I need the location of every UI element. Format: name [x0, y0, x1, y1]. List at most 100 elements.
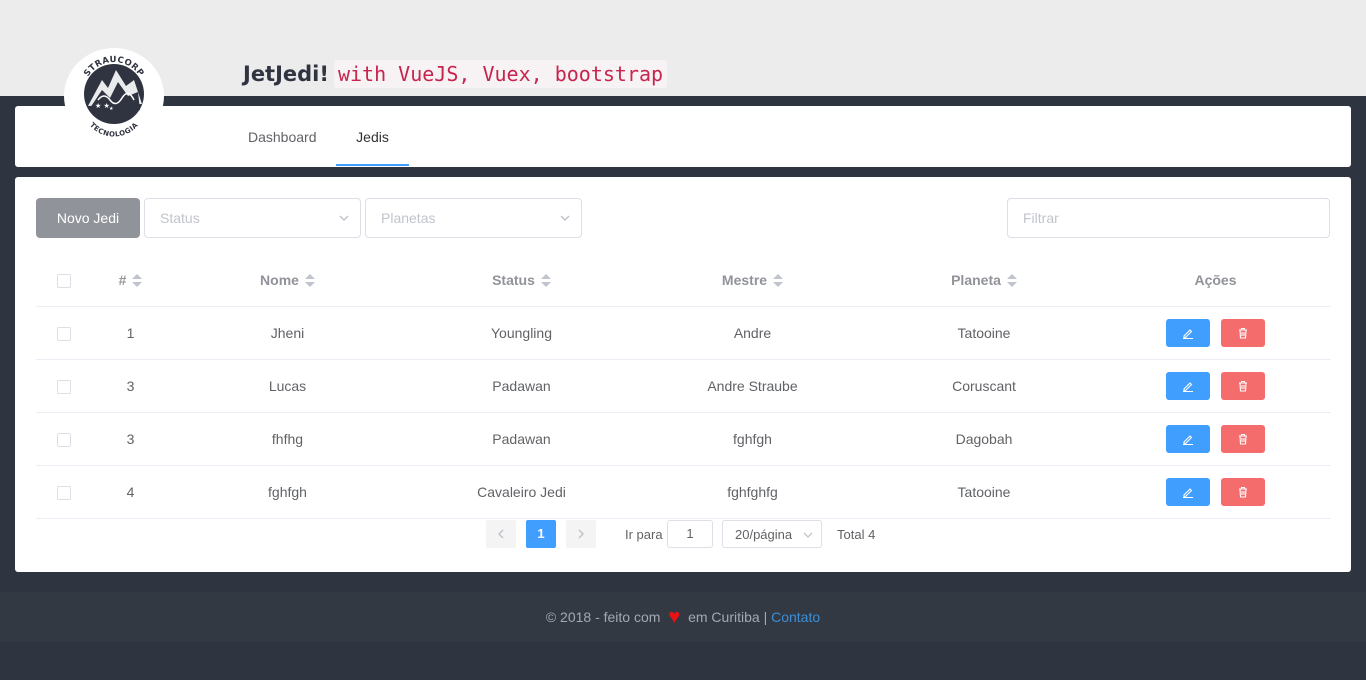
- row-checkbox[interactable]: [57, 432, 71, 447]
- tech-stack-code: with VueJS, Vuex, bootstrap: [333, 60, 668, 88]
- next-page-button[interactable]: [566, 520, 596, 548]
- cell-nome: fghfgh: [169, 465, 406, 519]
- app-title: JetJedi!: [243, 62, 329, 86]
- chevron-down-icon: [803, 532, 813, 538]
- goto-label: Ir para: [625, 527, 663, 542]
- edit-icon: [1182, 381, 1193, 392]
- cell-id: 4: [92, 465, 169, 519]
- trash-icon: [1239, 327, 1248, 339]
- edit-button[interactable]: [1165, 424, 1210, 453]
- cell-acoes: [1100, 306, 1331, 360]
- cell-nome: fhfhg: [169, 412, 406, 466]
- sort-icon[interactable]: [304, 273, 315, 288]
- table-header-row: # Nome Status Mestre Planeta Ações: [36, 254, 1331, 307]
- sort-icon[interactable]: [540, 273, 551, 288]
- footer-text-after: em Curitiba |: [688, 609, 768, 625]
- cell-acoes: [1100, 359, 1331, 413]
- column-header-acoes: Ações: [1100, 254, 1331, 307]
- logo-mountain-icon: ★ ★ ★ STRAUCORP TECNOLOGIA: [82, 55, 145, 139]
- total-count: Total 4: [837, 527, 876, 542]
- chevron-down-icon: [339, 215, 349, 222]
- sort-icon[interactable]: [773, 273, 784, 288]
- row-checkbox[interactable]: [57, 379, 71, 394]
- cell-planeta: Dagobah: [868, 412, 1100, 466]
- jedis-card: Novo Jedi Status Planetas # Nome Status …: [15, 177, 1351, 572]
- select-all-checkbox[interactable]: [57, 273, 71, 288]
- column-header-status[interactable]: Status: [406, 254, 637, 307]
- edit-button[interactable]: [1165, 477, 1210, 506]
- select-all-cell: [36, 254, 92, 307]
- delete-button[interactable]: [1221, 371, 1266, 400]
- prev-page-button[interactable]: [486, 520, 516, 548]
- chevron-left-icon: [497, 529, 504, 539]
- nav-tabs-card: Dashboard Jedis: [15, 106, 1351, 167]
- edit-button[interactable]: [1165, 318, 1210, 347]
- cell-acoes: [1100, 412, 1331, 466]
- cell-mestre: fghfgh: [637, 412, 868, 466]
- cell-mestre: fghfghfg: [637, 465, 868, 519]
- edit-button[interactable]: [1165, 371, 1210, 400]
- column-header-nome[interactable]: Nome: [169, 254, 406, 307]
- cell-status: Padawan: [406, 359, 637, 413]
- cell-planeta: Coruscant: [868, 359, 1100, 413]
- status-select[interactable]: Status: [144, 198, 361, 238]
- cell-planeta: Tatooine: [868, 465, 1100, 519]
- planetas-select[interactable]: Planetas: [365, 198, 582, 238]
- cell-nome: Jheni: [169, 306, 406, 360]
- top-header: [0, 0, 1366, 96]
- footer-text-before: © 2018 - feito com: [545, 609, 661, 625]
- tab-jedis[interactable]: Jedis: [336, 106, 409, 166]
- row-checkbox[interactable]: [57, 326, 71, 341]
- edit-icon: [1182, 328, 1193, 339]
- delete-button[interactable]: [1221, 424, 1266, 453]
- heart-icon: ♥: [668, 606, 681, 628]
- trash-icon: [1239, 380, 1248, 392]
- tab-dashboard[interactable]: Dashboard: [248, 106, 317, 166]
- trash-icon: [1239, 486, 1248, 498]
- page-size-value: 20/página: [735, 527, 793, 542]
- goto-page-input[interactable]: 1: [667, 520, 713, 548]
- page-size-select[interactable]: 20/página: [722, 520, 822, 548]
- cell-planeta: Tatooine: [868, 306, 1100, 360]
- jedis-table: # Nome Status Mestre Planeta Ações 1 Jhe…: [36, 254, 1331, 519]
- cell-id: 3: [92, 412, 169, 466]
- cell-status: Padawan: [406, 412, 637, 466]
- chevron-down-icon: [560, 215, 570, 222]
- svg-text:★ ★: ★ ★: [95, 102, 110, 110]
- page-number-current[interactable]: 1: [526, 520, 556, 548]
- delete-button[interactable]: [1221, 477, 1266, 506]
- footer: © 2018 - feito com ♥ em Curitiba | Conta…: [0, 592, 1366, 642]
- edit-icon: [1182, 487, 1193, 498]
- straucorp-logo[interactable]: ★ ★ ★ STRAUCORP TECNOLOGIA: [64, 48, 164, 144]
- pagination: 1 Ir para 1 20/página Total 4: [15, 520, 1351, 550]
- row-checkbox[interactable]: [57, 485, 71, 500]
- sort-icon[interactable]: [1006, 273, 1017, 288]
- cell-nome: Lucas: [169, 359, 406, 413]
- filter-input[interactable]: [1007, 198, 1330, 238]
- sort-icon[interactable]: [132, 273, 143, 288]
- table-row: 3 Lucas Padawan Andre Straube Coruscant: [36, 359, 1331, 413]
- novo-jedi-button[interactable]: Novo Jedi: [36, 198, 140, 238]
- table-row: 1 Jheni Youngling Andre Tatooine: [36, 306, 1331, 360]
- delete-button[interactable]: [1221, 318, 1266, 347]
- svg-text:★: ★: [109, 106, 114, 112]
- trash-icon: [1239, 433, 1248, 445]
- cell-status: Cavaleiro Jedi: [406, 465, 637, 519]
- contato-link[interactable]: Contato: [771, 609, 820, 625]
- status-placeholder: Status: [160, 210, 200, 226]
- edit-icon: [1182, 434, 1193, 445]
- cell-status: Youngling: [406, 306, 637, 360]
- page-title: JetJedi! with VueJS, Vuex, bootstrap: [243, 59, 668, 89]
- planetas-placeholder: Planetas: [381, 210, 436, 226]
- cell-mestre: Andre Straube: [637, 359, 868, 413]
- cell-mestre: Andre: [637, 306, 868, 360]
- cell-acoes: [1100, 465, 1331, 519]
- table-row: 3 fhfhg Padawan fghfgh Dagobah: [36, 412, 1331, 466]
- column-header-planeta[interactable]: Planeta: [868, 254, 1100, 307]
- cell-id: 1: [92, 306, 169, 360]
- cell-id: 3: [92, 359, 169, 413]
- table-row: 4 fghfgh Cavaleiro Jedi fghfghfg Tatooin…: [36, 465, 1331, 519]
- chevron-right-icon: [578, 529, 585, 539]
- column-header-mestre[interactable]: Mestre: [637, 254, 868, 307]
- column-header-id[interactable]: #: [92, 254, 169, 307]
